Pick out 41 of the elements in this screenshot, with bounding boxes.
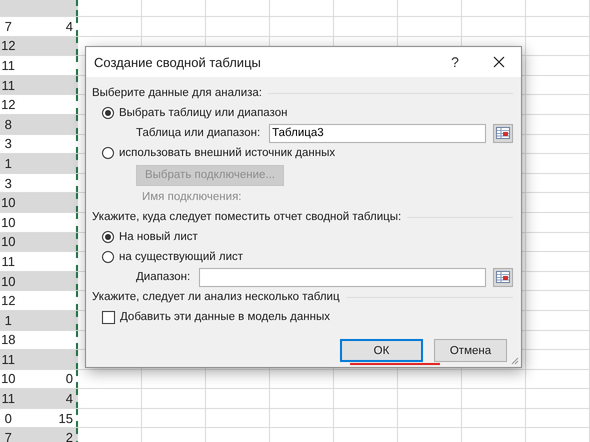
- table-cell: 10: [0, 193, 17, 212]
- radio-label[interactable]: использовать внешний источник данных: [119, 147, 336, 159]
- section-heading: Укажите, куда следует поместить отчет сводной таблицы:: [92, 211, 402, 223]
- table-cell: 4: [16, 389, 78, 408]
- table-cell: 8: [0, 114, 17, 134]
- range-picker-icon: [496, 271, 510, 283]
- range-picker-button[interactable]: [493, 124, 513, 142]
- radio-button[interactable]: [102, 251, 114, 263]
- table-cell: 12: [0, 36, 17, 56]
- field-label: Диапазон:: [136, 271, 190, 283]
- radio-label[interactable]: Выбрать таблицу или диапазон: [119, 107, 288, 119]
- range-field[interactable]: [199, 268, 486, 286]
- help-button[interactable]: ?: [433, 48, 477, 76]
- table-cell: 10: [0, 272, 17, 290]
- connection-name-label: Имя подключения:: [142, 191, 242, 203]
- table-cell: 10: [0, 232, 17, 252]
- checkbox[interactable]: [102, 310, 115, 324]
- table-cell: 11: [0, 76, 17, 94]
- field-label: Таблица или диапазон:: [136, 127, 260, 139]
- range-picker-button[interactable]: [493, 268, 513, 286]
- radio-label[interactable]: На новый лист: [119, 231, 198, 243]
- table-cell: 2: [16, 428, 78, 442]
- section-heading: Укажите, следует ли анализ несколько таблиц: [92, 291, 340, 303]
- range-picker-icon: [496, 127, 510, 139]
- table-cell: 1: [0, 310, 17, 330]
- radio-label[interactable]: на существующий лист: [119, 251, 244, 263]
- table-cell: 11: [0, 389, 17, 408]
- table-cell: 11: [0, 350, 17, 369]
- section-heading: Выберите данные для анализа:: [92, 87, 262, 99]
- radio-button[interactable]: [102, 231, 114, 243]
- dialog-title: Создание сводной таблицы: [94, 54, 262, 70]
- table-cell: 7: [0, 428, 17, 442]
- radio-button[interactable]: [102, 107, 114, 119]
- resize-grip-icon: [511, 357, 519, 365]
- radio-button[interactable]: [102, 147, 114, 159]
- ok-button[interactable]: ОК: [340, 339, 423, 362]
- cancel-button[interactable]: Отмена: [434, 339, 507, 362]
- close-icon: [493, 56, 505, 68]
- range-field[interactable]: Таблица3: [269, 124, 486, 142]
- checkbox-label[interactable]: Добавить эти данные в модель данных: [120, 311, 330, 323]
- table-cell: 1: [0, 154, 17, 173]
